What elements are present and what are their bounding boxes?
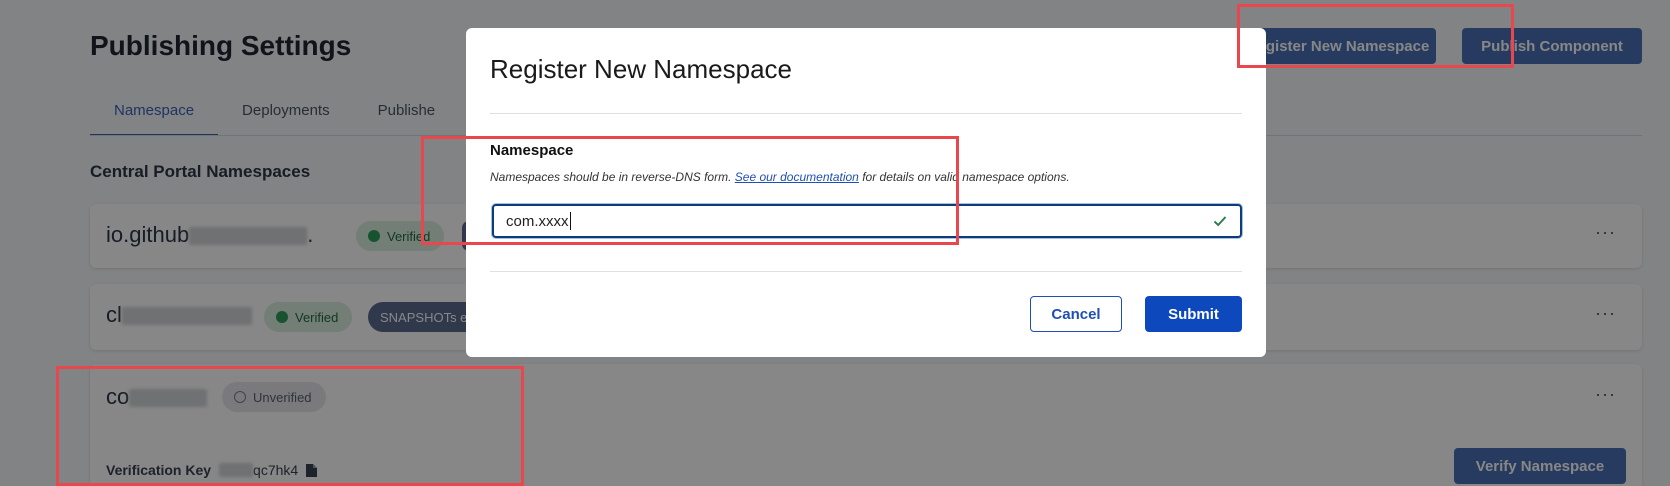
submit-button[interactable]: Submit — [1145, 296, 1242, 332]
annotation-highlight — [56, 366, 524, 486]
cancel-button[interactable]: Cancel — [1030, 296, 1122, 332]
dialog-footer-divider — [490, 271, 1242, 272]
annotation-highlight — [1237, 4, 1514, 68]
dialog-divider — [490, 113, 1242, 114]
annotation-highlight — [421, 136, 959, 245]
check-icon — [1213, 216, 1227, 227]
dialog-title: Register New Namespace — [490, 54, 793, 84]
